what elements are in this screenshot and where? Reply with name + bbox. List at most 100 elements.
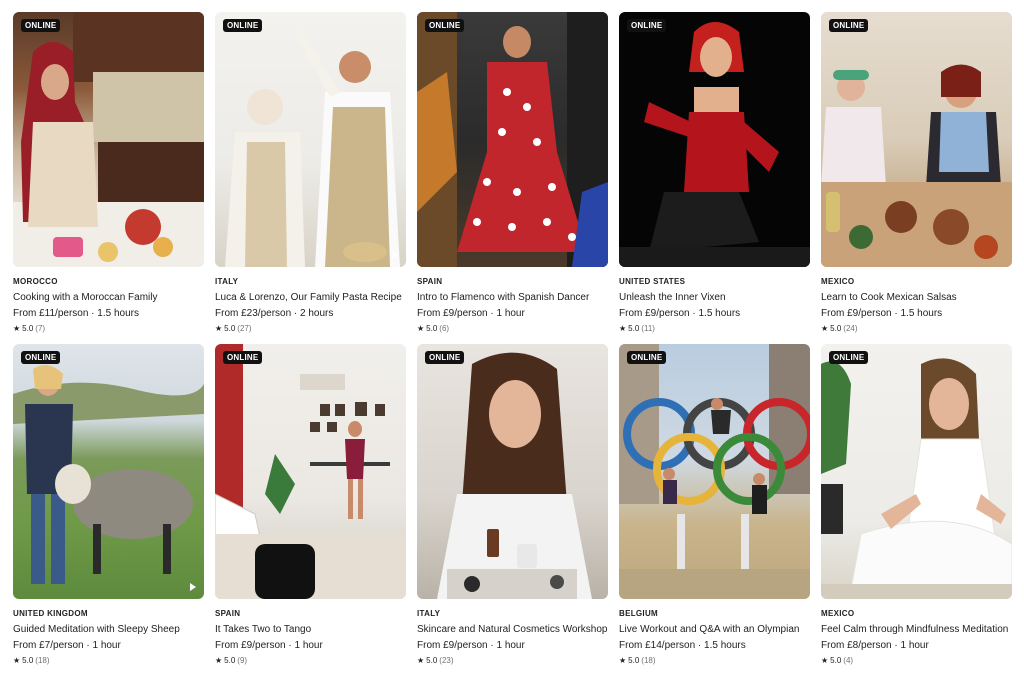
experience-price: From £23/person · 2 hours bbox=[215, 308, 334, 319]
experience-country: SPAIN bbox=[417, 277, 443, 286]
experience-card[interactable]: ONLINE SPAIN It Takes Two to Tango From … bbox=[215, 344, 406, 665]
star-icon: ★ bbox=[13, 324, 21, 333]
star-icon: ★ bbox=[417, 656, 425, 665]
star-icon: ★ bbox=[13, 656, 21, 665]
experience-grid-row-1: ONLINE MOROCCO Cooking with a Moroccan F… bbox=[13, 12, 1012, 333]
experience-rating: ★ 5.0 (4) bbox=[821, 656, 1012, 665]
review-count: (23) bbox=[439, 656, 454, 665]
experience-card[interactable]: ONLINE ITALY Skincare and Natural Cosmet… bbox=[417, 344, 608, 665]
online-badge: ONLINE bbox=[627, 351, 667, 364]
experience-title[interactable]: It Takes Two to Tango bbox=[215, 624, 406, 636]
rating-value: 5.0 bbox=[426, 324, 438, 333]
online-badge: ONLINE bbox=[21, 351, 61, 364]
experience-title[interactable]: Live Workout and Q&A with an Olympian bbox=[619, 624, 810, 636]
rating-value: 5.0 bbox=[628, 324, 640, 333]
star-icon: ★ bbox=[215, 324, 223, 333]
star-icon: ★ bbox=[417, 324, 425, 333]
play-icon[interactable] bbox=[392, 251, 398, 259]
experience-title[interactable]: Luca & Lorenzo, Our Family Pasta Recipe bbox=[215, 292, 406, 304]
online-badge: ONLINE bbox=[223, 351, 263, 364]
rating-value: 5.0 bbox=[22, 324, 34, 333]
online-badge: ONLINE bbox=[223, 19, 263, 32]
online-badge: ONLINE bbox=[627, 19, 667, 32]
online-badge: ONLINE bbox=[425, 351, 465, 364]
experience-country: BELGIUM bbox=[619, 609, 658, 618]
experience-country: MOROCCO bbox=[13, 277, 58, 286]
review-count: (18) bbox=[35, 656, 50, 665]
experience-title[interactable]: Cooking with a Moroccan Family bbox=[13, 292, 204, 304]
experience-country: UNITED KINGDOM bbox=[13, 609, 88, 618]
experience-card[interactable]: ONLINE UNITED KINGDOM Guided Meditation … bbox=[13, 344, 204, 665]
experience-price: From £9/person · 1.5 hours bbox=[619, 308, 741, 319]
experience-photo[interactable]: ONLINE bbox=[215, 12, 406, 267]
experience-price: From £9/person · 1 hour bbox=[215, 640, 323, 651]
experience-card[interactable]: ONLINE SPAIN Intro to Flamenco with Span… bbox=[417, 12, 608, 333]
experience-country: UNITED STATES bbox=[619, 277, 686, 286]
experience-title[interactable]: Feel Calm through Mindfulness Meditation bbox=[821, 624, 1012, 636]
experience-rating: ★ 5.0 (18) bbox=[619, 656, 810, 665]
online-badge: ONLINE bbox=[425, 19, 465, 32]
experience-country: ITALY bbox=[215, 277, 239, 286]
experience-photo[interactable]: ONLINE bbox=[417, 344, 608, 599]
experience-country: ITALY bbox=[417, 609, 441, 618]
experience-price: From £14/person · 1.5 hours bbox=[619, 640, 746, 651]
experience-card[interactable]: ONLINE BELGIUM Live Workout and Q&A with… bbox=[619, 344, 810, 665]
experience-rating: ★ 5.0 (9) bbox=[215, 656, 406, 665]
experience-price: From £11/person · 1.5 hours bbox=[13, 308, 139, 319]
review-count: (6) bbox=[439, 324, 450, 333]
experience-title[interactable]: Skincare and Natural Cosmetics Workshop bbox=[417, 624, 608, 636]
rating-value: 5.0 bbox=[224, 656, 236, 665]
rating-value: 5.0 bbox=[224, 324, 236, 333]
play-icon[interactable] bbox=[190, 583, 196, 591]
experience-card[interactable]: ONLINE MEXICO Feel Calm through Mindfuln… bbox=[821, 344, 1012, 665]
online-badge: ONLINE bbox=[829, 351, 869, 364]
experience-card[interactable]: ONLINE ITALY Luca & Lorenzo, Our Family … bbox=[215, 12, 406, 333]
experience-country: SPAIN bbox=[215, 609, 241, 618]
experience-title[interactable]: Learn to Cook Mexican Salsas bbox=[821, 292, 1012, 304]
experience-photo[interactable]: ONLINE bbox=[821, 12, 1012, 267]
experience-photo[interactable]: ONLINE bbox=[417, 12, 608, 267]
experience-photo[interactable]: ONLINE bbox=[13, 344, 204, 599]
experience-card[interactable]: ONLINE UNITED STATES Unleash the Inner V… bbox=[619, 12, 810, 333]
online-badge: ONLINE bbox=[21, 19, 61, 32]
review-count: (11) bbox=[641, 324, 655, 333]
experience-photo[interactable]: ONLINE bbox=[619, 12, 810, 267]
experience-country: MEXICO bbox=[821, 609, 855, 618]
experience-card[interactable]: ONLINE MOROCCO Cooking with a Moroccan F… bbox=[13, 12, 204, 333]
review-count: (24) bbox=[843, 324, 858, 333]
review-count: (27) bbox=[237, 324, 252, 333]
review-count: (7) bbox=[35, 324, 46, 333]
experience-price: From £7/person · 1 hour bbox=[13, 640, 121, 651]
review-count: (4) bbox=[843, 656, 854, 665]
star-icon: ★ bbox=[821, 324, 829, 333]
star-icon: ★ bbox=[821, 656, 829, 665]
star-icon: ★ bbox=[215, 656, 223, 665]
experience-title[interactable]: Intro to Flamenco with Spanish Dancer bbox=[417, 292, 608, 304]
experience-price: From £9/person · 1 hour bbox=[417, 640, 525, 651]
rating-value: 5.0 bbox=[830, 324, 842, 333]
rating-value: 5.0 bbox=[628, 656, 640, 665]
experience-photo[interactable]: ONLINE bbox=[215, 344, 406, 599]
online-badge: ONLINE bbox=[829, 19, 869, 32]
experience-price: From £9/person · 1 hour bbox=[417, 308, 525, 319]
experience-title[interactable]: Guided Meditation with Sleepy Sheep bbox=[13, 624, 204, 636]
experience-price: From £9/person · 1.5 hours bbox=[821, 308, 943, 319]
rating-value: 5.0 bbox=[22, 656, 34, 665]
experience-rating: ★ 5.0 (6) bbox=[417, 324, 608, 333]
experience-photo[interactable]: ONLINE bbox=[13, 12, 204, 267]
experience-card[interactable]: ONLINE MEXICO Learn to Cook Mexican Sals… bbox=[821, 12, 1012, 333]
experience-price: From £8/person · 1 hour bbox=[821, 640, 929, 651]
experience-rating: ★ 5.0 (11) bbox=[619, 324, 810, 333]
experience-rating: ★ 5.0 (7) bbox=[13, 324, 204, 333]
review-count: (18) bbox=[641, 656, 656, 665]
review-count: (9) bbox=[237, 656, 248, 665]
experience-grid-row-2: ONLINE UNITED KINGDOM Guided Meditation … bbox=[13, 344, 1012, 665]
star-icon: ★ bbox=[619, 656, 627, 665]
experience-rating: ★ 5.0 (18) bbox=[13, 656, 204, 665]
experience-rating: ★ 5.0 (27) bbox=[215, 324, 406, 333]
experience-title[interactable]: Unleash the Inner Vixen bbox=[619, 292, 810, 304]
experience-rating: ★ 5.0 (24) bbox=[821, 324, 1012, 333]
experience-photo[interactable]: ONLINE bbox=[821, 344, 1012, 599]
experience-photo[interactable]: ONLINE bbox=[619, 344, 810, 599]
experience-rating: ★ 5.0 (23) bbox=[417, 656, 608, 665]
